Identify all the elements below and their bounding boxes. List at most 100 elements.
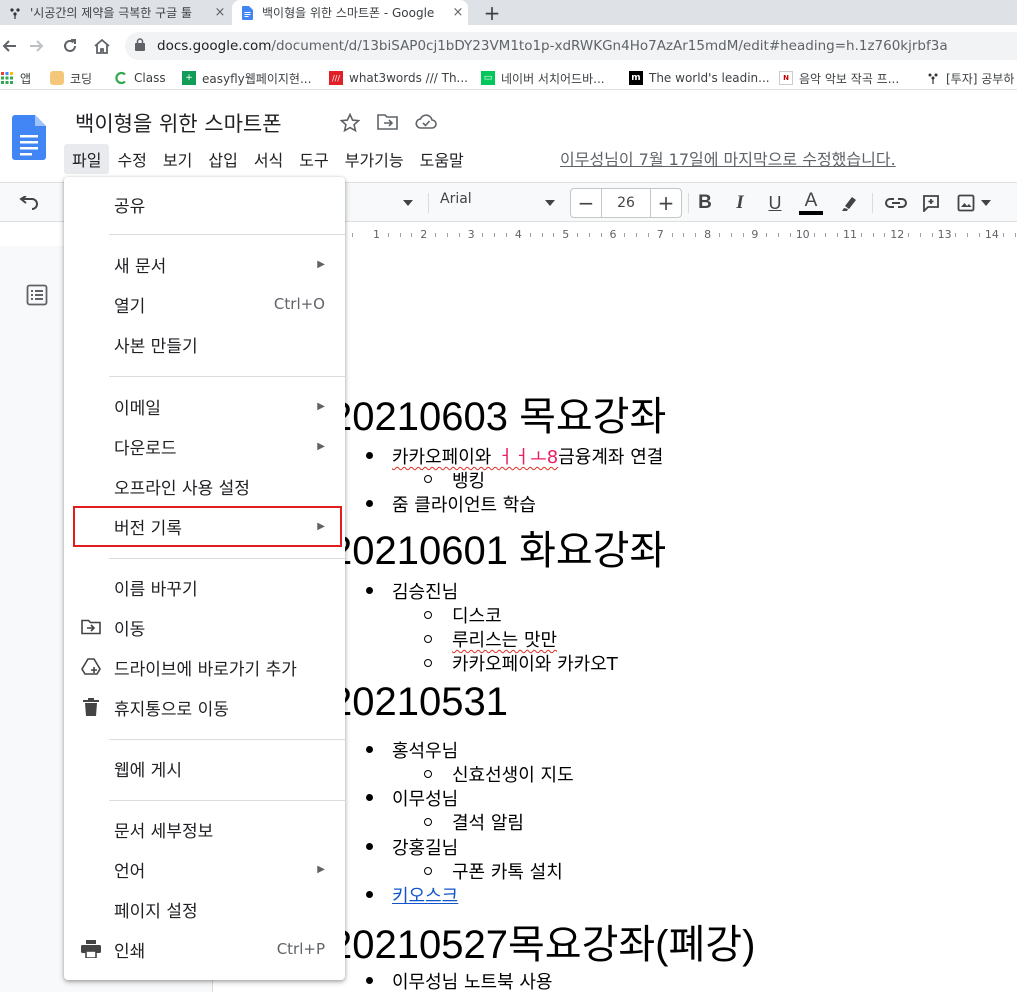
menu-insert[interactable]: 삽입 [200,144,245,174]
ruler-tick [647,233,649,237]
style-dropdown-arrow-icon[interactable] [396,189,420,217]
new-tab-button[interactable]: + [480,0,504,25]
bookmark-coding[interactable]: 코딩 [50,66,92,90]
insert-image-icon[interactable] [953,189,979,217]
menu-item-make-copy[interactable]: 사본 만들기 [64,325,345,363]
ruler-tick [860,233,862,237]
bookmark-class[interactable]: Class [114,66,166,90]
heading-section: 20210603 목요강좌 [330,395,667,439]
menu-item-trash[interactable]: 휴지통으로 이동 [64,688,345,726]
bullet-icon [366,452,373,459]
document-title[interactable]: 백이형을 위한 스마트폰 [75,108,282,138]
ruler-number: 9 [751,228,759,241]
ruler-tick [411,233,413,237]
add-comment-icon[interactable] [918,189,944,217]
noteflight-icon: N [779,71,793,85]
kiosk-link[interactable]: 키오스크 [392,882,458,908]
submenu-arrow-icon: ▶ [317,400,325,412]
menu-format[interactable]: 서식 [246,144,291,174]
ruler-tick [919,233,921,237]
bookmark-investment[interactable]: [투자] 공부하 [926,66,1014,90]
home-icon[interactable] [89,25,115,66]
italic-button[interactable]: I [728,189,752,217]
heading-section: 20210531 [330,680,508,724]
highlight-pen-icon[interactable] [836,189,862,217]
bookmark-worlds-leading[interactable]: m The world's leadin... [629,66,770,90]
bookmark-apps[interactable]: 앱 [0,66,31,90]
bookmark-what3words[interactable]: /// what3words /// Th... [329,66,468,90]
bullet-icon [366,891,373,898]
menu-item-label: 웹에 게시 [114,760,182,781]
move-folder-icon[interactable] [377,113,399,136]
bookmark-naver[interactable]: ▭ 네이버 서치어드바... [481,66,605,90]
last-edit-link[interactable]: 이무성님이 7월 17일에 마지막으로 수정했습니다. [560,146,896,170]
reload-icon[interactable] [57,25,83,66]
menu-item-language[interactable]: 언어 ▶ [64,850,345,888]
heading-section: 20210527목요강좌(폐강) [330,923,756,967]
link-icon[interactable] [882,189,910,217]
ruler-tick [742,233,744,237]
ruler-number: 2 [420,228,428,241]
font-dropdown-arrow-icon[interactable] [538,189,562,217]
menu-item-label: 사본 만들기 [114,336,198,357]
heading-section: 20210601 화요강좌 [330,529,667,573]
menu-file[interactable]: 파일 [64,144,110,174]
decrease-font-size-button[interactable]: − [571,189,601,217]
menu-item-label: 새 문서 [114,256,167,277]
tab-favicon-icon [8,6,22,20]
url-input[interactable]: docs.google.com/document/d/13biSAP0cj1bD… [125,32,1017,60]
font-size-input[interactable]: 26 [601,189,651,217]
ruler-number: 10 [795,228,810,241]
menu-item-details[interactable]: 문서 세부정보 [64,810,345,848]
menu-help[interactable]: 도움말 [412,144,472,174]
menu-edit[interactable]: 수정 [109,144,154,174]
menu-item-download[interactable]: 다운로드 ▶ [64,427,345,465]
menu-item-rename[interactable]: 이름 바꾸기 [64,568,345,606]
menu-tools[interactable]: 도구 [291,144,336,174]
menu-item-add-shortcut[interactable]: 드라이브에 바로가기 추가 [64,648,345,686]
menu-item-email[interactable]: 이메일 ▶ [64,387,345,425]
font-selector[interactable]: Arial [440,191,472,207]
menu-item-share[interactable]: 공유 [64,185,345,223]
menu-item-label: 열기 [114,296,146,317]
bookmark-easyfly[interactable]: + easyfly웹페이지현... [182,66,311,90]
cloud-saved-icon[interactable] [415,113,437,136]
dog-icon [50,71,64,85]
text-color-button[interactable]: A [797,189,825,217]
ruler-number: 13 [937,228,952,241]
menu-item-move[interactable]: 이동 [64,608,345,646]
back-icon[interactable] [0,25,22,66]
ruler-tick [908,233,910,237]
menu-item-page-setup[interactable]: 페이지 설정 [64,890,345,928]
menu-item-print[interactable]: 인쇄 Ctrl+P [64,930,345,968]
menu-view[interactable]: 보기 [155,144,200,174]
increase-font-size-button[interactable]: + [651,189,681,217]
menu-item-new-document[interactable]: 새 문서 ▶ [64,245,345,283]
tab-docs[interactable]: 백이형을 위한 스마트폰 - Google × [232,0,468,25]
ruler-tick [967,233,969,237]
ruler-tick [577,233,579,237]
menu-addons[interactable]: 부가기능 [337,144,412,174]
tab-close-icon[interactable]: × [210,5,230,20]
list-item: 구폰 카톡 설치 [452,862,563,883]
underline-button[interactable]: U [763,189,787,217]
bookmark-label: what3words /// Th... [349,71,468,85]
image-dropdown-arrow-icon[interactable] [978,189,994,217]
bold-button[interactable]: B [693,189,717,217]
menu-item-offline[interactable]: 오프라인 사용 설정 [64,467,345,505]
bookmark-label: 앱 [20,71,32,86]
tab-close-icon[interactable]: × [448,5,468,20]
menu-item-publish[interactable]: 웹에 게시 [64,749,345,787]
document-outline-icon[interactable] [26,284,48,306]
tab-google-tools[interactable]: '시공간의 제약을 극복한 구글 툴 × [0,0,230,25]
menu-item-open[interactable]: 열기 Ctrl+O [64,285,345,323]
forward-icon[interactable] [24,25,50,66]
ruler-tick [636,233,638,237]
star-icon[interactable] [339,112,361,138]
undo-icon[interactable] [16,189,42,217]
bookmark-music[interactable]: N 음악 악보 작곡 프... [779,66,899,90]
submenu-arrow-icon: ▶ [317,863,325,875]
ruler-tick [494,233,496,237]
docs-logo-icon[interactable] [12,115,46,160]
class-icon [114,71,128,85]
